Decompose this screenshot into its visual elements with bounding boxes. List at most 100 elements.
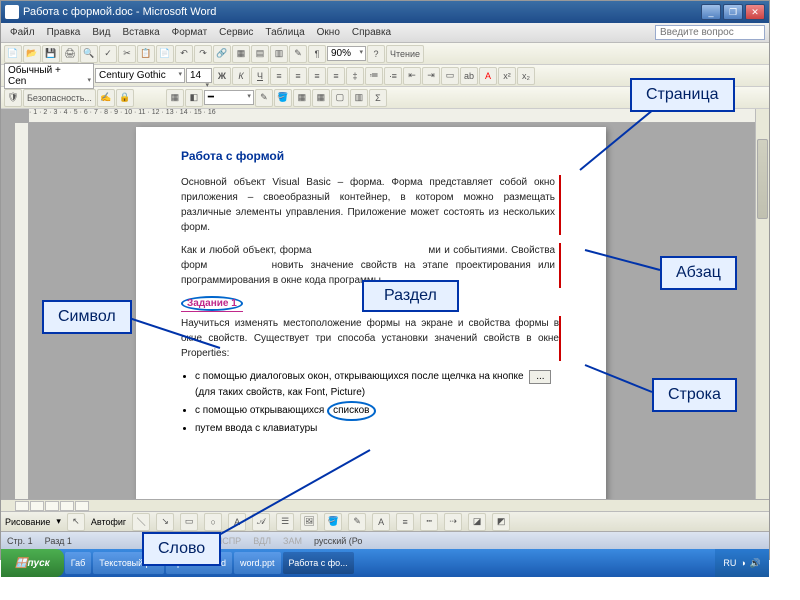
line-spacing-icon[interactable]: ‡ (346, 67, 364, 85)
tray-lang[interactable]: RU (723, 558, 736, 568)
menu-service[interactable]: Сервис (214, 25, 258, 40)
wordart-icon[interactable]: 𝒜 (252, 513, 270, 531)
distribute-icon[interactable]: ▥ (350, 89, 368, 107)
link-icon[interactable]: 🔗 (213, 45, 231, 63)
bold-icon[interactable]: Ж (213, 67, 231, 85)
arrow-style-icon[interactable]: ⇢ (444, 513, 462, 531)
3d-icon[interactable]: ◩ (492, 513, 510, 531)
oval-tool-icon[interactable]: ○ (204, 513, 222, 531)
fill-icon[interactable]: 🪣 (274, 89, 292, 107)
autoshapes-menu[interactable]: Автофиг (91, 517, 126, 527)
vertical-ruler[interactable] (15, 123, 29, 499)
zoom-select[interactable]: 90% (327, 46, 366, 61)
clipart-icon[interactable]: 🖼 (300, 513, 318, 531)
size-select[interactable]: 14 (186, 68, 212, 83)
print-view-icon[interactable] (45, 501, 59, 511)
help-icon[interactable]: ? (367, 45, 385, 63)
font-color-icon[interactable]: A (479, 67, 497, 85)
dash-icon[interactable]: ┅ (420, 513, 438, 531)
tray-icon[interactable]: ◑ (740, 558, 745, 568)
new-icon[interactable]: 📄 (4, 45, 22, 63)
line-style-select[interactable]: ━ (204, 90, 254, 105)
align-cell-icon[interactable]: ▢ (331, 89, 349, 107)
italic-icon[interactable]: К (232, 67, 250, 85)
highlight-icon[interactable]: ab (460, 67, 478, 85)
start-button[interactable]: 🪟 пуск (1, 549, 64, 577)
reading-view-icon[interactable] (75, 501, 89, 511)
drawing-menu[interactable]: Рисование (5, 517, 50, 527)
borders-icon[interactable]: ▭ (441, 67, 459, 85)
subscript-icon[interactable]: x₂ (517, 67, 535, 85)
tray-icon[interactable]: 🔊 (750, 558, 761, 569)
security-button[interactable]: Безопасность... (23, 89, 96, 107)
read-button[interactable]: Чтение (386, 45, 424, 63)
taskbar-item[interactable]: word.ppt (234, 552, 281, 574)
superscript-icon[interactable]: x² (498, 67, 516, 85)
outline-view-icon[interactable] (60, 501, 74, 511)
paste-icon[interactable]: 📄 (156, 45, 174, 63)
copy-icon[interactable]: 📋 (137, 45, 155, 63)
numbered-list-icon[interactable]: ≔ (365, 67, 383, 85)
security-icon[interactable]: 🛡 (4, 89, 22, 107)
menu-edit[interactable]: Правка (42, 25, 86, 40)
split-icon[interactable]: ▦ (312, 89, 330, 107)
menu-window[interactable]: Окно (312, 25, 345, 40)
taskbar-item[interactable]: Габ (65, 552, 92, 574)
rect-tool-icon[interactable]: ▭ (180, 513, 198, 531)
arrow-tool-icon[interactable]: ↘ (156, 513, 174, 531)
scrollbar-thumb[interactable] (757, 139, 768, 219)
pen-color-icon[interactable]: ✎ (255, 89, 273, 107)
vertical-scrollbar[interactable] (755, 109, 769, 499)
fill-color-icon[interactable]: 🪣 (324, 513, 342, 531)
cut-icon[interactable]: ✂ (118, 45, 136, 63)
menu-view[interactable]: Вид (87, 25, 115, 40)
maximize-button[interactable]: ❐ (723, 4, 743, 20)
help-question-input[interactable] (655, 25, 765, 40)
lock-icon[interactable]: 🔒 (116, 89, 134, 107)
align-justify-icon[interactable]: ≡ (327, 67, 345, 85)
minimize-button[interactable]: _ (701, 4, 721, 20)
undo-icon[interactable]: ↶ (175, 45, 193, 63)
sign-icon[interactable]: ✍ (97, 89, 115, 107)
drawing-icon[interactable]: ✎ (289, 45, 307, 63)
columns-icon[interactable]: ▥ (270, 45, 288, 63)
tables-border-icon[interactable]: ▦ (166, 89, 184, 107)
web-view-icon[interactable] (30, 501, 44, 511)
excel-icon[interactable]: ▤ (251, 45, 269, 63)
autosum-icon[interactable]: Σ (369, 89, 387, 107)
print-icon[interactable]: 🖨 (61, 45, 79, 63)
style-select[interactable]: Обычный + Cen (4, 63, 94, 89)
menu-insert[interactable]: Вставка (117, 25, 164, 40)
open-icon[interactable]: 📂 (23, 45, 41, 63)
line-color-icon[interactable]: ✎ (348, 513, 366, 531)
line-weight-icon[interactable]: ≡ (396, 513, 414, 531)
underline-icon[interactable]: Ч (251, 67, 269, 85)
map-icon[interactable]: ¶ (308, 45, 326, 63)
spell-icon[interactable]: ✓ (99, 45, 117, 63)
menu-file[interactable]: Файл (5, 25, 40, 40)
document-page[interactable]: Работа с формой Основной объект Visual B… (136, 127, 606, 499)
menu-table[interactable]: Таблица (260, 25, 309, 40)
font-select[interactable]: Century Gothic (95, 68, 185, 83)
line-tool-icon[interactable]: ＼ (132, 513, 150, 531)
shadow-icon[interactable]: ◪ (468, 513, 486, 531)
diagram-icon[interactable]: ☰ (276, 513, 294, 531)
close-button[interactable]: ✕ (745, 4, 765, 20)
merge-icon[interactable]: ▦ (293, 89, 311, 107)
save-icon[interactable]: 💾 (42, 45, 60, 63)
outdent-icon[interactable]: ⇤ (403, 67, 421, 85)
align-center-icon[interactable]: ≡ (289, 67, 307, 85)
bullet-list-icon[interactable]: ∙≡ (384, 67, 402, 85)
normal-view-icon[interactable] (15, 501, 29, 511)
redo-icon[interactable]: ↷ (194, 45, 212, 63)
menu-format[interactable]: Формат (167, 25, 213, 40)
menu-help[interactable]: Справка (347, 25, 396, 40)
table-icon[interactable]: ▦ (232, 45, 250, 63)
system-tray[interactable]: RU ◑ 🔊 (715, 549, 769, 577)
font-color-draw-icon[interactable]: A (372, 513, 390, 531)
taskbar-item-active[interactable]: Работа с фо... (283, 552, 354, 574)
eraser-icon[interactable]: ◧ (185, 89, 203, 107)
align-right-icon[interactable]: ≡ (308, 67, 326, 85)
preview-icon[interactable]: 🔍 (80, 45, 98, 63)
select-icon[interactable]: ↖ (67, 513, 85, 531)
